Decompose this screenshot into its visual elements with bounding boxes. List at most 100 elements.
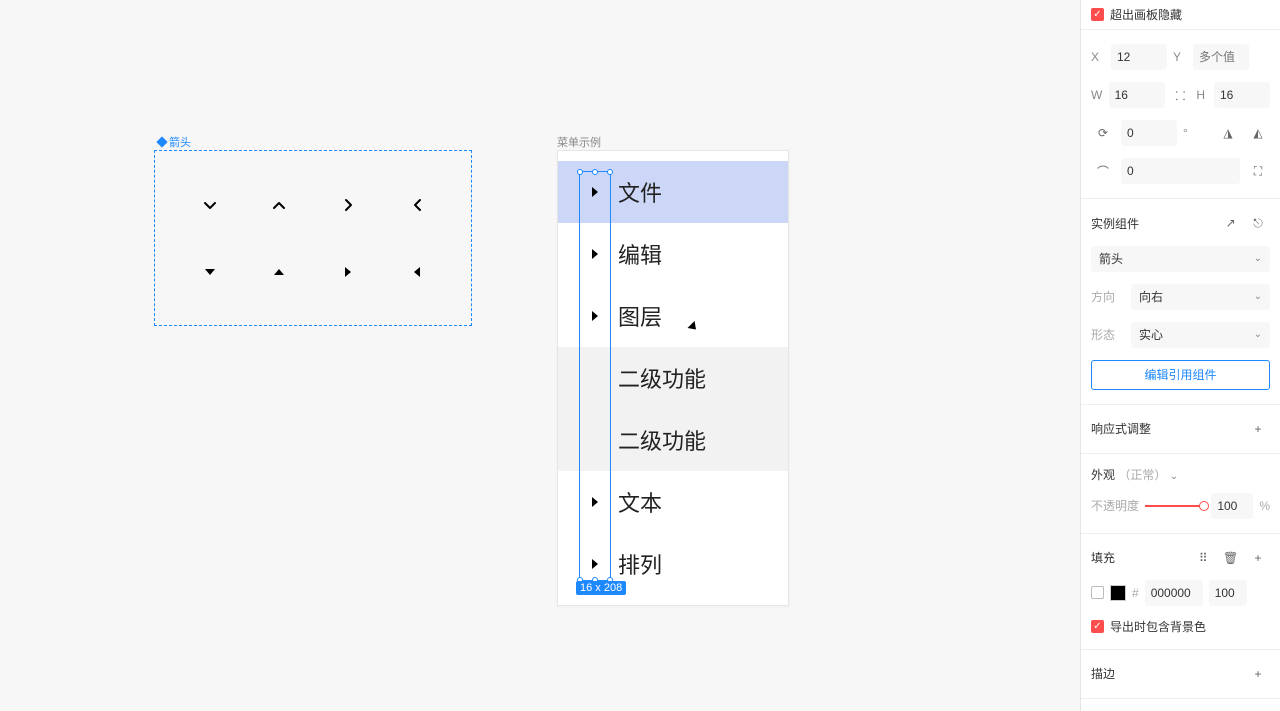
- plus-icon[interactable]: +: [1246, 662, 1270, 686]
- direction-select[interactable]: 向右 ⌄: [1131, 284, 1270, 310]
- menu-item-label: 二级功能: [618, 424, 706, 456]
- canvas[interactable]: 箭头 菜单示例 文件 编辑 图层 二级功能 二: [0, 0, 1080, 711]
- responsive-section: 响应式调整 +: [1081, 404, 1280, 453]
- direction-select-value: 向右: [1139, 288, 1163, 305]
- corner-radius-icon[interactable]: ⌒: [1091, 159, 1115, 183]
- fill-alpha-input[interactable]: [1209, 580, 1247, 606]
- component-diamond-icon: [156, 136, 167, 147]
- menu-item-sub: 二级功能: [558, 347, 788, 409]
- opacity-unit: %: [1259, 499, 1270, 513]
- appearance-section: 外观 （正常） ⌄ 不透明度 %: [1081, 453, 1280, 533]
- triangle-right-icon[interactable]: [592, 187, 598, 197]
- appearance-title: 外观: [1091, 468, 1115, 482]
- menu-item-layer: 图层: [558, 285, 788, 347]
- menu-artboard-label: 菜单示例: [557, 134, 601, 150]
- menu-artboard[interactable]: 文件 编辑 图层 二级功能 二级功能 文本 排列: [557, 150, 789, 606]
- triangle-down-icon[interactable]: [202, 264, 218, 280]
- go-to-master-icon[interactable]: ↗: [1219, 211, 1243, 235]
- shape-label: 形态: [1091, 326, 1125, 343]
- triangle-left-icon[interactable]: [409, 264, 425, 280]
- fill-section: 填充 ⠿ 🗑 + # ✓ 导出时包含背景色: [1081, 533, 1280, 649]
- selection-size-badge: 16 x 208: [576, 581, 626, 595]
- chevron-down-icon: ⌄: [1254, 291, 1262, 302]
- opacity-label: 不透明度: [1091, 497, 1139, 514]
- edit-master-label: 编辑引用组件: [1144, 366, 1216, 383]
- flip-vertical-icon[interactable]: ◭: [1246, 121, 1270, 145]
- color-swatch[interactable]: [1110, 585, 1126, 601]
- selected-color-section: 选中颜色: [1081, 698, 1280, 711]
- fill-title: 填充: [1091, 549, 1115, 566]
- triangle-right-icon[interactable]: [592, 249, 598, 259]
- menu-item-edit: 编辑: [558, 223, 788, 285]
- chevron-down-icon[interactable]: ⌄: [1170, 471, 1178, 482]
- checkbox-checked-icon[interactable]: ✓: [1091, 8, 1104, 21]
- hex-input[interactable]: [1145, 580, 1203, 606]
- degree-label: °: [1183, 126, 1197, 140]
- shape-select-value: 实心: [1139, 326, 1163, 343]
- chevron-down-icon: ⌄: [1254, 329, 1262, 340]
- x-input[interactable]: [1111, 44, 1167, 70]
- menu-item-label: 图层: [618, 300, 662, 332]
- grid-icon[interactable]: ⠿: [1191, 546, 1215, 570]
- chevron-right-icon[interactable]: [340, 197, 356, 213]
- radius-input[interactable]: [1121, 158, 1240, 184]
- menu-item-label: 排列: [618, 548, 662, 580]
- direction-label: 方向: [1091, 288, 1125, 305]
- y-label: Y: [1173, 50, 1187, 64]
- instance-section: 实例组件 ↗ ⎋ 箭头 ⌄ 方向 向右 ⌄ 形态 实心 ⌄: [1081, 198, 1280, 404]
- checkbox-checked-icon[interactable]: ✓: [1091, 620, 1104, 633]
- export-bg-label: 导出时包含背景色: [1110, 618, 1206, 635]
- chevron-down-icon[interactable]: [202, 197, 218, 213]
- component-select-value: 箭头: [1099, 250, 1123, 267]
- shape-select[interactable]: 实心 ⌄: [1131, 322, 1270, 348]
- clip-content-row[interactable]: ✓ 超出画板隐藏: [1081, 0, 1280, 29]
- h-label: H: [1196, 88, 1208, 102]
- triangle-up-icon[interactable]: [271, 264, 287, 280]
- export-bg-row[interactable]: ✓ 导出时包含背景色: [1081, 612, 1280, 641]
- menu-item-text: 文本: [558, 471, 788, 533]
- opacity-input[interactable]: [1211, 493, 1253, 519]
- plus-icon[interactable]: +: [1246, 417, 1270, 441]
- fill-visible-checkbox[interactable]: [1091, 586, 1104, 599]
- arrow-component-frame[interactable]: [154, 150, 472, 326]
- menu-item-sub: 二级功能: [558, 409, 788, 471]
- rotation-input[interactable]: [1121, 120, 1177, 146]
- h-input[interactable]: [1214, 82, 1270, 108]
- triangle-right-icon[interactable]: [592, 497, 598, 507]
- instance-title: 实例组件: [1091, 215, 1139, 232]
- menu-item-file: 文件: [558, 161, 788, 223]
- detach-instance-icon[interactable]: ⎋: [1246, 212, 1270, 236]
- arrow-frame-label: 箭头: [158, 134, 191, 150]
- flip-horizontal-icon[interactable]: ◮: [1216, 121, 1240, 145]
- arrow-frame-label-text: 箭头: [169, 134, 191, 150]
- appearance-mode: （正常）: [1118, 468, 1166, 482]
- independent-corners-icon[interactable]: ⛶: [1246, 159, 1270, 183]
- stroke-title: 描边: [1091, 665, 1115, 682]
- geometry-section: X Y W ⸬ H ⟳ ° ◮ ◭ ⌒ ⛶: [1081, 29, 1280, 198]
- triangle-right-icon[interactable]: [592, 311, 598, 321]
- responsive-title: 响应式调整: [1091, 420, 1151, 437]
- component-select[interactable]: 箭头 ⌄: [1091, 246, 1270, 272]
- rotation-icon[interactable]: ⟳: [1091, 121, 1115, 145]
- link-icon[interactable]: ⸬: [1171, 83, 1191, 107]
- clip-content-label: 超出画板隐藏: [1110, 6, 1182, 23]
- hash-label: #: [1132, 586, 1139, 600]
- stroke-section: 描边 +: [1081, 649, 1280, 698]
- x-label: X: [1091, 50, 1105, 64]
- menu-item-label: 文本: [618, 486, 662, 518]
- triangle-right-icon[interactable]: [592, 559, 598, 569]
- menu-item-label: 编辑: [618, 238, 662, 270]
- menu-item-label: 二级功能: [618, 362, 706, 394]
- chevron-down-icon: ⌄: [1254, 253, 1262, 264]
- chevron-left-icon[interactable]: [409, 197, 425, 213]
- triangle-right-icon[interactable]: [340, 264, 356, 280]
- opacity-slider[interactable]: [1145, 505, 1205, 507]
- edit-master-button[interactable]: 编辑引用组件: [1091, 360, 1270, 390]
- menu-item-label: 文件: [618, 176, 662, 208]
- trash-icon[interactable]: 🗑: [1219, 546, 1243, 570]
- plus-icon[interactable]: +: [1246, 546, 1270, 570]
- w-input[interactable]: [1109, 82, 1165, 108]
- y-input[interactable]: [1193, 44, 1249, 70]
- chevron-up-icon[interactable]: [271, 197, 287, 213]
- inspector-panel: ✓ 超出画板隐藏 X Y W ⸬ H ⟳ ° ◮ ◭ ⌒ ⛶: [1080, 0, 1280, 711]
